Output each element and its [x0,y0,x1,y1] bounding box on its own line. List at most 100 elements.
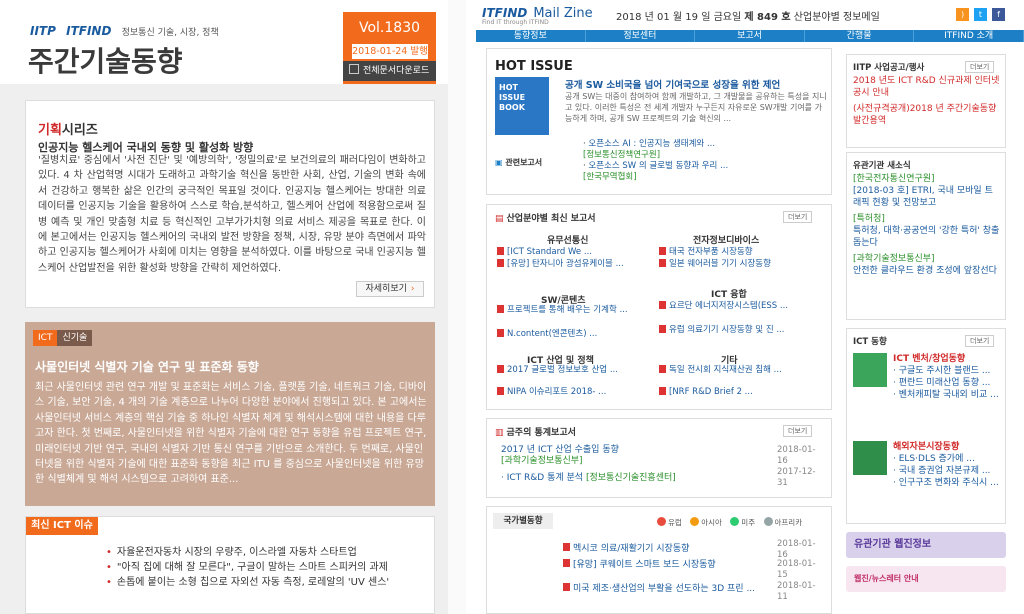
stats-row[interactable]: · ICT R&D 통계 분석 [정보통신기술진흥센터] [501,473,761,484]
stats-row-date: 2018-01-16 [777,445,816,466]
report-item[interactable]: 일본 웨어러블 기기 시장동향 [659,259,779,270]
volume-number: Vol.1830 [358,20,421,36]
notice-item[interactable]: (사전규격공개)2018 년 주간기술동향 발간용역 [853,103,1001,127]
related-reports-list: · 오픈소스 AI : 인공지능 생태계와 ... [정보통신정책연구원] · 오… [583,139,823,183]
nation-row-date: 2018-01-15 [777,559,816,580]
report-title: NIPA 이슈리포트 2018- ... [507,387,607,397]
pdf-icon [563,543,570,551]
webzine-banner[interactable]: 유관기관 웹진정보 [846,532,1006,558]
download-icon [349,64,359,74]
agency-news-item[interactable]: [과학기술정보통신부] 안전한 클라우드 환경 조성에 앞장선다 [853,253,1001,277]
report-item[interactable]: 태국 전자부품 시장동향 [659,247,809,258]
ict-trends-box: ICT 동향 더보기 ICT 벤처/창업동향 · 구글도 주시한 블랜드 ...… [846,328,1006,524]
report-title: 유럽 의료기기 시장동향 및 진 ... [669,325,785,335]
issue-item[interactable]: 자율운전자동차 시장의 우량주, 이스라엘 자동차 스타트업 [106,545,389,560]
hot-issue-book-icon[interactable]: HOT ISSUE BOOK [495,77,549,135]
ict-tag: ICT [33,330,58,346]
mailzine-panel: ITFIND Mail Zine Find IT through ITFIND 2… [466,0,1024,614]
legend-europe[interactable]: 유럽 [657,517,682,527]
venture-item[interactable]: · 편란드 미래산업 동향 ... [893,377,1003,389]
report-item[interactable]: 2017 글로벌 정보보호 산업 ... [497,365,647,376]
agency-news-title-text: 안전한 클라우드 환경 조성에 앞장선다 [853,266,997,276]
read-more-button[interactable]: 자세히보기 › [356,281,424,297]
iitp-logo: IITP [30,24,56,38]
ict-more-button[interactable]: 더보기 [965,335,995,347]
nav-trend-info[interactable]: 동향정보 [476,30,586,42]
report-item[interactable]: 요르단 에너지저장시스템(ESS ... [659,301,819,312]
twitter-icon[interactable]: t [974,8,987,21]
related-label-text: 관련보고서 [505,158,543,167]
legend-africa[interactable]: 아프리카 [763,517,802,527]
report-title: 태국 전자부품 시장동향 [669,247,753,257]
issue-date: 2018-01-24 발행 [352,44,428,59]
stats-row[interactable]: 2017 년 ICT 산업 수출입 동향 [과학기술정보통신부] [501,445,741,467]
nav-publications[interactable]: 간행물 [805,30,915,42]
report-item[interactable]: 독일 전시회 지식재산권 침해 ... [659,365,809,376]
venture-item[interactable]: · 벤처캐피탈 국내외 비교 ... [893,389,1003,401]
report-item[interactable]: NIPA 이슈리포트 2018- ... [497,387,647,398]
issue-item[interactable]: 손톱에 붙이는 소형 칩으로 자외선 자동 측정, 로레알의 'UV 센스' [106,575,389,590]
venture-heading[interactable]: ICT 벤처/창업동향 [893,353,1003,365]
report-item[interactable]: 유럽 의료기기 시장동향 및 진 ... [659,325,819,336]
download-all-button[interactable]: 전체문서다운로드 [343,61,436,81]
agency-news-title-text: [2018-03 호] ETRI, 국내 모바일 트래픽 현황 및 전망보고 [853,186,993,208]
report-item[interactable]: [NRF R&D Brief 2 ... [659,387,809,398]
nation-row-date: 2018-01-16 [777,539,816,560]
related-report[interactable]: · 오픈소스 AI : 인공지능 생태계와 ... [정보통신정책연구원] [583,139,823,161]
category-wired-wireless: 유무선통신 [547,236,589,246]
mailzine-tagline: Find IT through ITFIND [482,19,549,26]
related-report[interactable]: · 오픈소스 SW 의 글로벌 동향과 우리 ... [한국무역협회] [583,161,823,183]
pdf-icon [659,259,666,267]
nation-row[interactable]: [유망] 쿠웨이트 스마트 보드 시장동향 [563,559,753,571]
report-item[interactable]: 프로젝트를 통해 배우는 기계학 ... [497,305,647,316]
rss-icon[interactable]: ) [956,8,969,21]
legend-americas[interactable]: 미주 [730,517,756,527]
ict-article-body: 최근 사물인터넷 관련 연구 개발 및 표준화는 서비스 기술, 플랫폼 기술,… [35,382,427,486]
report-item[interactable]: [유망] 탄자니아 광섬유케이블 ... [497,259,637,270]
capital-item[interactable]: · 국내 증권업 자본규제 ... [893,465,1003,477]
weekly-tech-panel: IITP ITFIND 정보통신 기술, 시장, 정책 주간기술동향 Vol.1… [0,0,448,614]
issue-item[interactable]: "아직 집에 대해 잘 모른다", 구글이 말하는 스마트 스피커의 과제 [106,560,389,575]
category-ict-convergence: ICT 융합 [711,290,747,300]
nation-trends-tab[interactable]: 국가별동향 [493,513,553,529]
new-tech-tag: 신기술 [57,330,93,346]
agency-news-item[interactable]: [한국전자통신연구원] [2018-03 호] ETRI, 국내 모바일 트래픽 … [853,173,1001,209]
venture-item[interactable]: · 구글도 주시한 블랜드 ... [893,365,1003,377]
hot-issue-headline[interactable]: 공개 SW 소비국을 넘어 기여국으로 성장을 위한 제언 [565,77,780,91]
pdf-icon [659,247,666,255]
legend-label: 미주 [741,518,756,527]
screen: IITP ITFIND 정보통신 기술, 시장, 정책 주간기술동향 Vol.1… [0,0,1024,614]
capital-item[interactable]: · ELS·DLS 증가에 ... [893,453,1003,465]
nation-row[interactable]: 멕시코 의료/재활기기 시장동향 [563,543,753,555]
facebook-icon[interactable]: f [992,8,1005,21]
weekly-stats-box: ▥ 금주의 통계보고서 더보기 2017 년 ICT 산업 수출입 동향 [과학기술… [486,418,832,498]
ict-article-title[interactable]: 사물인터넷 식별자 기술 연구 및 표준화 동향 [35,358,259,375]
report-title: [NRF R&D Brief 2 ... [669,387,753,397]
legend-asia[interactable]: 아시아 [690,517,722,527]
pdf-icon [497,387,504,395]
document-icon: ▤ [495,214,504,224]
pdf-icon [659,387,666,395]
nav-info-center[interactable]: 정보센터 [586,30,696,42]
report-icon: ▣ [495,158,506,167]
capital-market-thumbnail[interactable] [853,441,887,475]
industry-more-button[interactable]: 더보기 [783,211,813,223]
nav-reports[interactable]: 보고서 [695,30,805,42]
stats-more-button[interactable]: 더보기 [783,425,813,437]
newsletter-banner[interactable]: 웹진/뉴스레터 안내 [846,566,1006,592]
venture-thumbnail[interactable] [853,353,887,387]
capital-item[interactable]: · 인구구조 변화와 주식시 ... [893,477,1003,489]
nav-about[interactable]: ITFIND 소개 [914,30,1024,42]
ict-trends-title: ICT 동향 [853,337,887,347]
nation-row[interactable]: 미국 제조·생산업의 부활을 선도하는 3D 프린 ... [563,583,763,595]
report-item[interactable]: [ICT Standard We ... [497,247,647,258]
capital-market-heading[interactable]: 해외자본시장동향 [893,441,1003,453]
notice-more-button[interactable]: 더보기 [965,61,995,73]
report-item[interactable]: N.content(엔콘텐츠) ... [497,329,647,340]
related-title: 오픈소스 AI : 인공지능 생태계와 ... [588,139,716,149]
agency-news-item[interactable]: [특허청] 특허청, 대학·공공연의 '강한 특허' 창출 돕는다 [853,213,1001,249]
nation-row-title: 멕시코 의료/재활기기 시장동향 [573,544,690,554]
notice-item[interactable]: 2018 년도 ICT R&D 신규과제 인터넷 공시 안내 [853,75,1001,99]
latest-issues-card: 최신 ICT 이슈 자율운전자동차 시장의 우량주, 이스라엘 자동차 스타트업… [25,516,435,614]
latest-issues-tag: 최신 ICT 이슈 [26,517,98,535]
